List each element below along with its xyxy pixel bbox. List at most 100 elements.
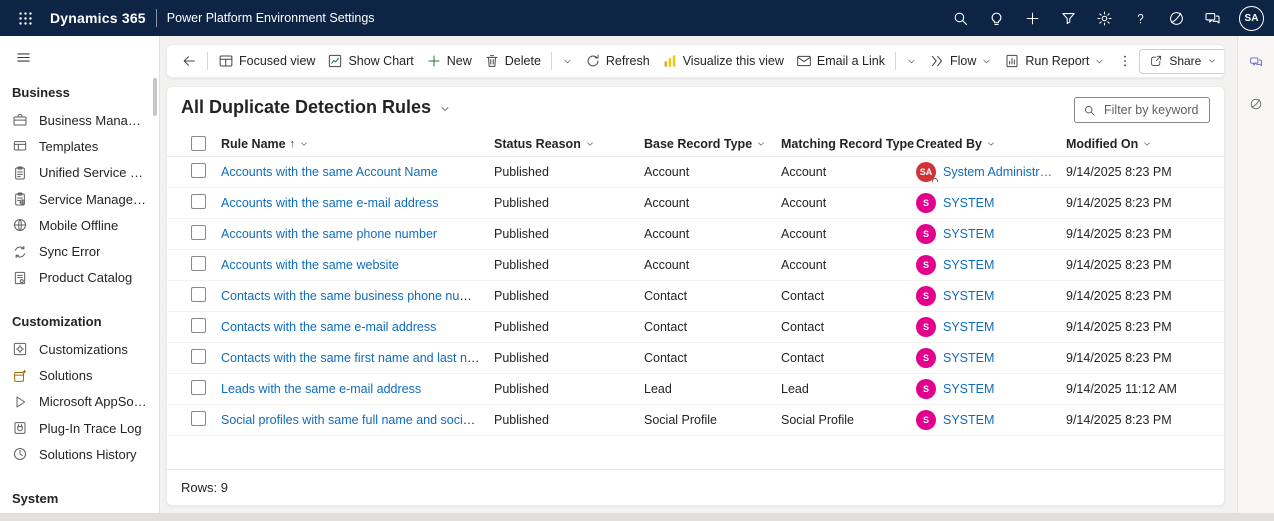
status-cell: Published: [494, 413, 644, 427]
command-divider: [895, 52, 896, 70]
column-header-rule-name[interactable]: Rule Name↑: [221, 137, 494, 151]
app-launcher-icon[interactable]: [10, 4, 40, 32]
copilot-icon: [1249, 95, 1263, 113]
clipgear-icon: [12, 191, 28, 207]
matching-cell: Account: [781, 227, 916, 241]
modified-on-cell: 9/14/2025 8:23 PM: [1066, 196, 1224, 210]
sidebar-item-product-catalog[interactable]: Product Catalog: [0, 265, 159, 291]
sidebar-item-service-managem[interactable]: Service Managem...: [0, 186, 159, 212]
sidebar-item-solutions-history[interactable]: Solutions History: [0, 441, 159, 467]
topbar-divider: [156, 9, 157, 27]
back-button[interactable]: [175, 48, 203, 74]
sidebar-item-plug-in-trace-log[interactable]: Plug-In Trace Log: [0, 415, 159, 441]
refresh-button[interactable]: Refresh: [579, 48, 656, 74]
email-a-link-button[interactable]: Email a Link: [790, 48, 891, 74]
run-report-button[interactable]: Run Report: [998, 48, 1111, 74]
more-commands-button[interactable]: [1111, 48, 1139, 74]
add-icon: [1024, 10, 1041, 27]
rule-name-link[interactable]: Accounts with the same website: [221, 258, 399, 272]
search-icon[interactable]: [943, 4, 977, 32]
sidebar-item-mobile-offline[interactable]: Mobile Offline: [0, 212, 159, 238]
column-header-status-reason[interactable]: Status Reason: [494, 137, 644, 151]
row-checkbox[interactable]: [191, 194, 206, 209]
filter-by-keyword-input[interactable]: [1102, 102, 1201, 118]
sidebar-item-sync-error[interactable]: Sync Error: [0, 238, 159, 264]
created-by-link[interactable]: SYSTEM: [943, 382, 994, 396]
created-by-link[interactable]: SYSTEM: [943, 289, 994, 303]
created-by-link[interactable]: SYSTEM: [943, 413, 994, 427]
column-header-matching-record-type[interactable]: Matching Record Type: [781, 137, 916, 151]
rule-name-link[interactable]: Contacts with the same e-mail address: [221, 320, 436, 334]
flow-button[interactable]: Flow: [923, 48, 998, 74]
settings-icon[interactable]: [1087, 4, 1121, 32]
table-row: Accounts with the same e-mail address Pub…: [167, 188, 1224, 219]
rule-name-link[interactable]: Leads with the same e-mail address: [221, 382, 421, 396]
created-by-link[interactable]: SYSTEM: [943, 258, 994, 272]
help-icon[interactable]: [1123, 4, 1157, 32]
row-checkbox[interactable]: [191, 163, 206, 178]
column-header-base-record-type[interactable]: Base Record Type: [644, 137, 781, 151]
delete-button[interactable]: Delete: [478, 48, 547, 74]
status-cell: Published: [494, 196, 644, 210]
share-icon: [1149, 54, 1163, 68]
hamburger-menu-icon[interactable]: [8, 44, 38, 70]
rule-name-link[interactable]: Accounts with the same phone number: [221, 227, 437, 241]
trash-icon: [484, 53, 500, 69]
sidebar-item-business-manage[interactable]: Business Manage...: [0, 107, 159, 133]
new-button[interactable]: New: [420, 48, 478, 74]
feedback-icon: [1204, 10, 1221, 27]
copilot-icon[interactable]: [1159, 4, 1193, 32]
created-by-link[interactable]: SYSTEM: [943, 196, 994, 210]
lightbulb-icon[interactable]: [979, 4, 1013, 32]
rule-name-link[interactable]: Accounts with the same e-mail address: [221, 196, 438, 210]
select-all-checkbox[interactable]: [191, 136, 206, 151]
row-checkbox[interactable]: [191, 225, 206, 240]
app-brand[interactable]: Dynamics 365: [50, 10, 146, 26]
row-checkbox[interactable]: [191, 380, 206, 395]
row-checkbox[interactable]: [191, 411, 206, 426]
command-overflow-chevron[interactable]: [900, 48, 923, 74]
more-icon: [1117, 53, 1133, 69]
copilot-icon[interactable]: [1243, 92, 1269, 116]
account-avatar[interactable]: SA: [1239, 6, 1264, 31]
sort-ascending-icon: ↑: [290, 138, 296, 150]
created-by-link[interactable]: SYSTEM: [943, 351, 994, 365]
row-checkbox[interactable]: [191, 318, 206, 333]
chevron-down-icon: [1094, 56, 1105, 67]
app-subtitle[interactable]: Power Platform Environment Settings: [167, 11, 375, 25]
focused-view-button[interactable]: Focused view: [212, 48, 321, 74]
avatar: SA: [916, 162, 936, 182]
rule-name-link[interactable]: Contacts with the same business phone nu…: [221, 289, 488, 303]
column-header-created-by[interactable]: Created By: [916, 137, 1066, 151]
rule-name-link[interactable]: Social profiles with same full name and …: [221, 413, 494, 427]
row-checkbox[interactable]: [191, 256, 206, 271]
sidebar-item-label: Customizations: [39, 342, 128, 357]
filter-icon[interactable]: [1051, 4, 1085, 32]
sidebar-item-templates[interactable]: Templates: [0, 133, 159, 159]
visualize-this-view-button[interactable]: Visualize this view: [656, 48, 790, 74]
created-by-link[interactable]: SYSTEM: [943, 227, 994, 241]
avatar: S: [916, 255, 936, 275]
rule-name-link[interactable]: Accounts with the same Account Name: [221, 165, 438, 179]
row-checkbox[interactable]: [191, 349, 206, 364]
command-overflow-chevron[interactable]: [556, 48, 579, 74]
column-header-modified-on[interactable]: Modified On: [1066, 137, 1224, 151]
sidebar-item-solutions[interactable]: Solutions: [0, 362, 159, 388]
show-chart-button[interactable]: Show Chart: [321, 48, 419, 74]
status-cell: Published: [494, 382, 644, 396]
sidebar-item-unified-service-de[interactable]: Unified Service De...: [0, 160, 159, 186]
feedback-icon[interactable]: [1195, 4, 1229, 32]
sidebar-item-microsoft-appsou[interactable]: Microsoft AppSou...: [0, 389, 159, 415]
sidebar-scrollbar[interactable]: [153, 78, 157, 116]
row-checkbox[interactable]: [191, 287, 206, 302]
chevron-down-icon: [1142, 139, 1152, 149]
feedback-chat-icon[interactable]: [1243, 50, 1269, 74]
sidebar-item-customizations[interactable]: Customizations: [0, 336, 159, 362]
view-selector[interactable]: All Duplicate Detection Rules: [181, 97, 451, 118]
add-icon[interactable]: [1015, 4, 1049, 32]
created-by-link[interactable]: SYSTEM: [943, 320, 994, 334]
share-button[interactable]: Share: [1139, 49, 1225, 74]
table-row: Contacts with the same first name and la…: [167, 343, 1224, 374]
rule-name-link[interactable]: Contacts with the same first name and la…: [221, 351, 491, 365]
created-by-link[interactable]: System Administrator (...: [943, 165, 1054, 179]
